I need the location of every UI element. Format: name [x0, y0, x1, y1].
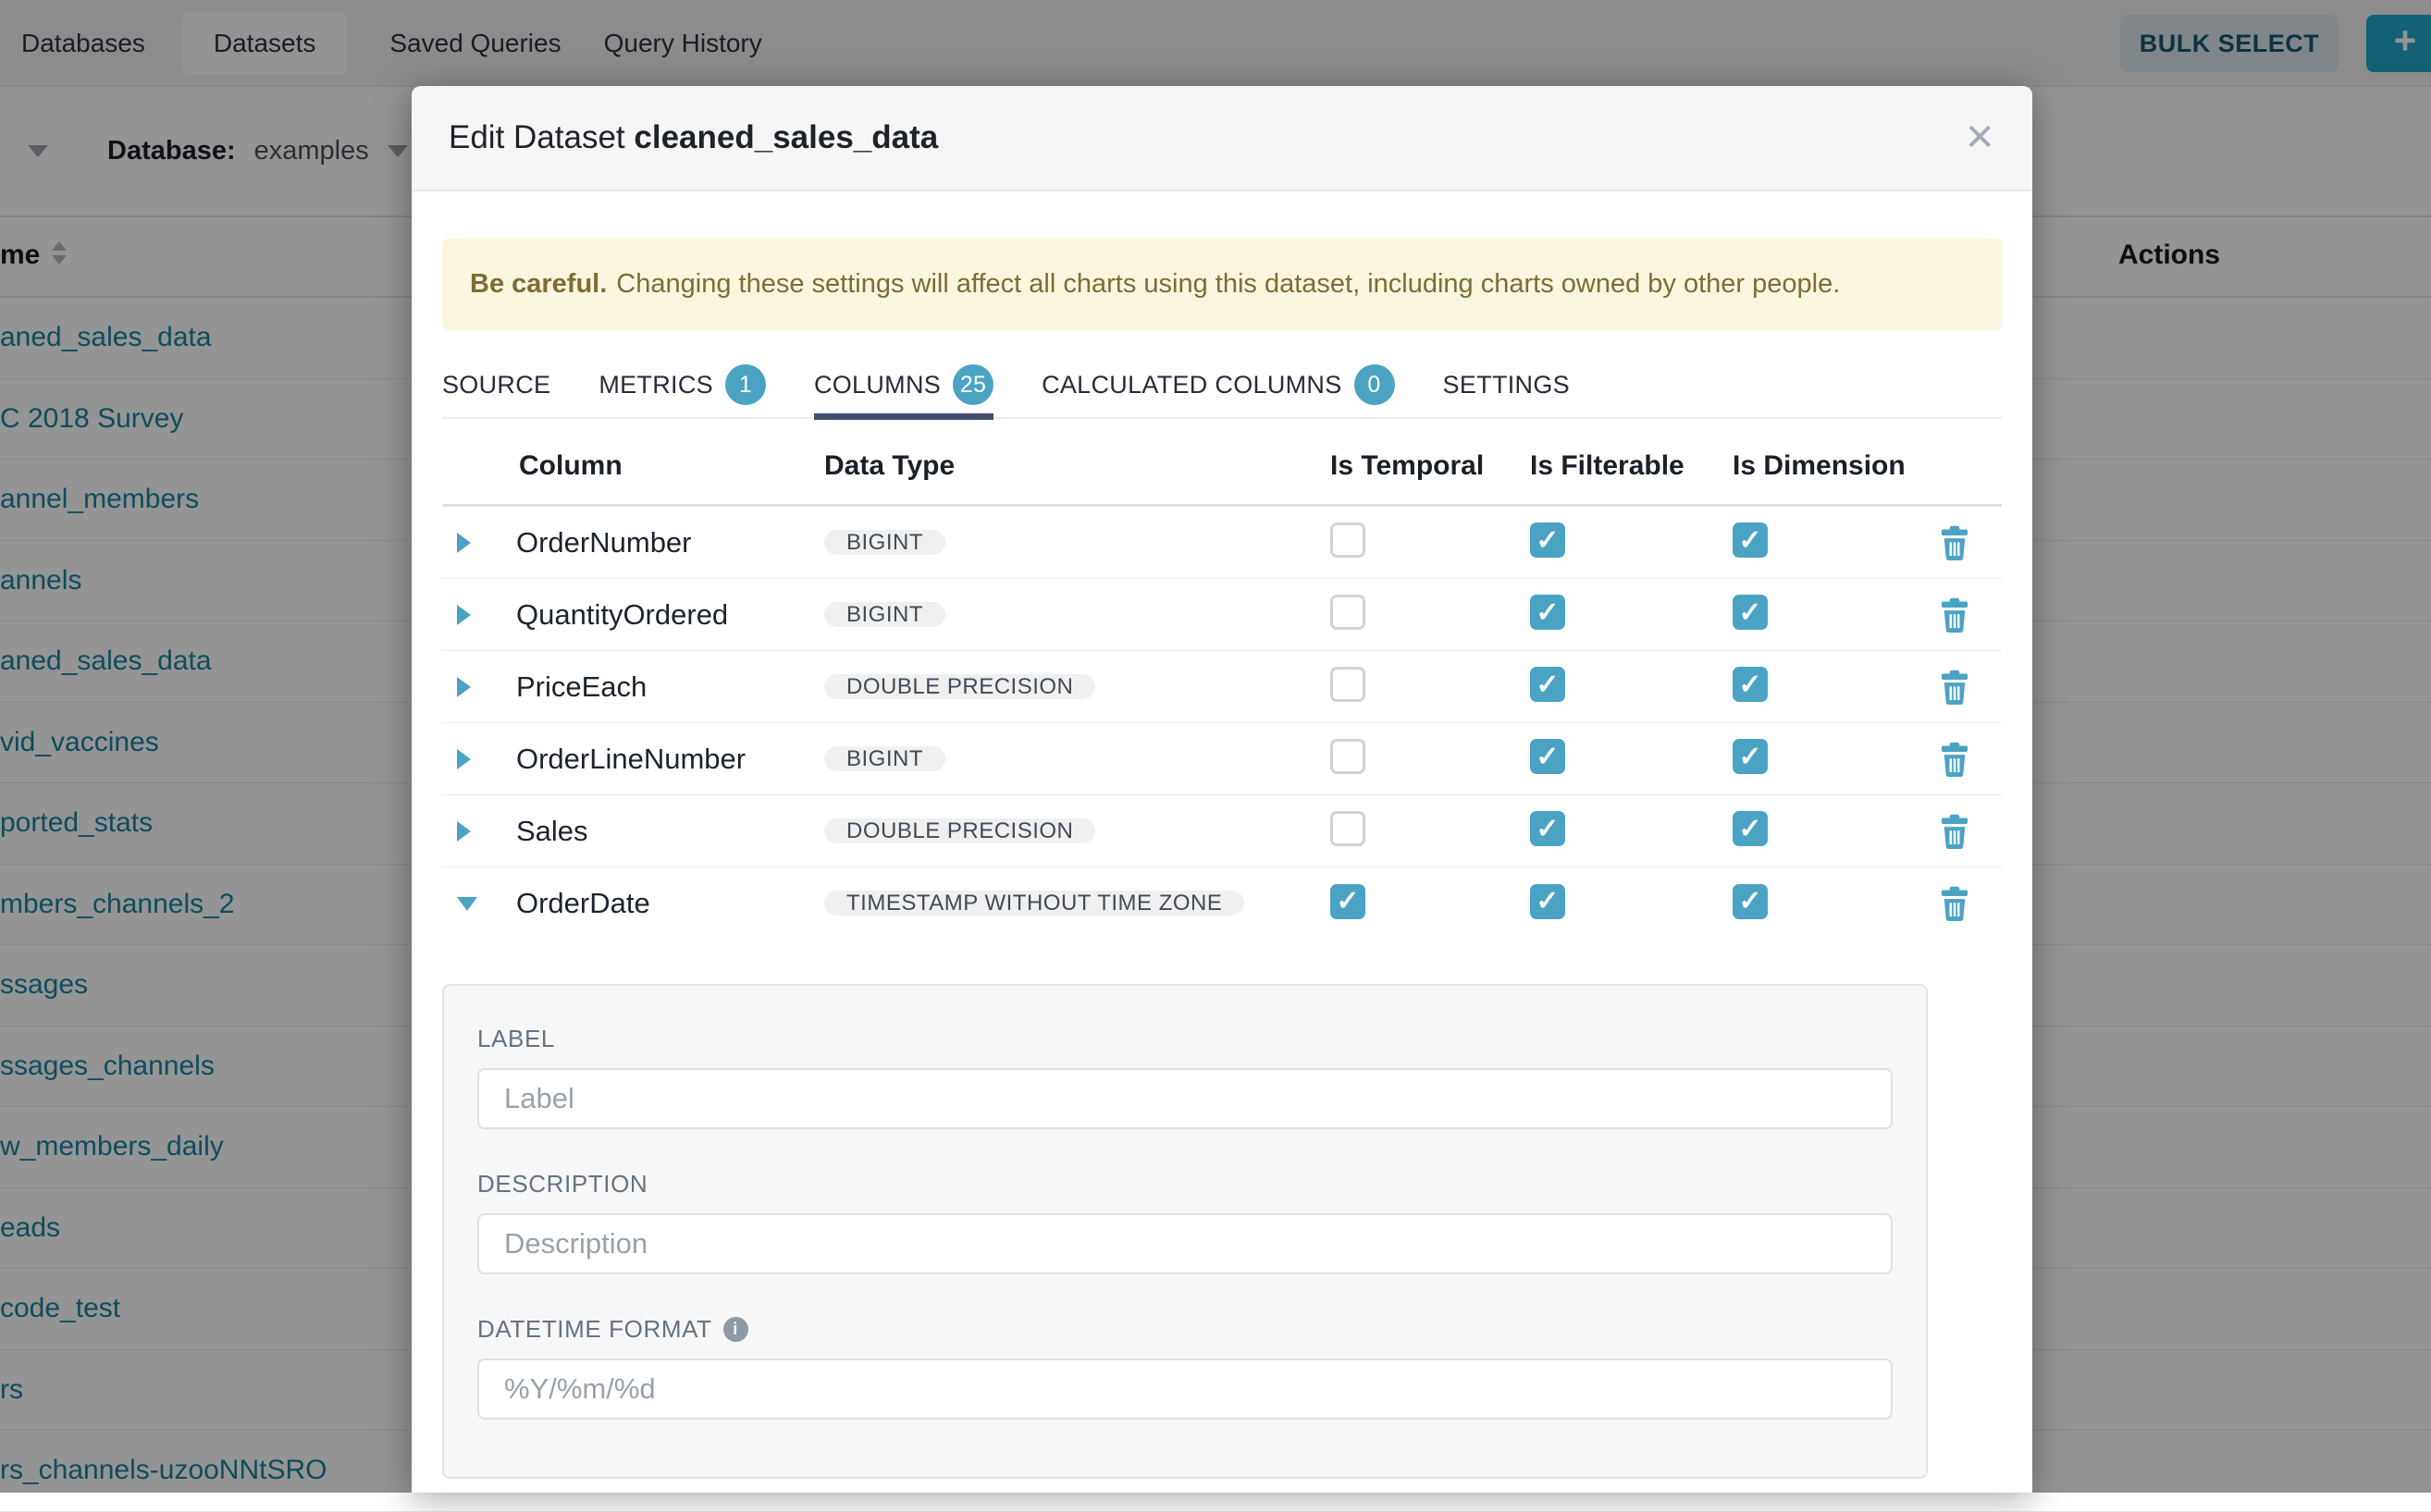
expand-caret-icon[interactable] [457, 605, 471, 625]
label-field-group: LABEL [477, 1025, 1893, 1129]
delete-column-icon[interactable] [1939, 597, 1970, 633]
description-field-group: DESCRIPTION [477, 1170, 1893, 1274]
column-name: OrderLineNumber [487, 743, 824, 776]
is-filterable-checkbox[interactable] [1530, 739, 1565, 774]
header-column: Column [487, 450, 824, 482]
delete-column-icon[interactable] [1939, 814, 1970, 849]
is-temporal-checkbox[interactable] [1330, 739, 1365, 774]
datasets-page: Databases Datasets Saved Queries Query H… [0, 0, 2431, 1493]
is-dimension-checkbox[interactable] [1733, 739, 1768, 774]
header-is-filterable: Is Filterable [1530, 450, 1733, 482]
delete-column-icon[interactable] [1939, 670, 1970, 705]
label-input[interactable] [477, 1068, 1893, 1129]
is-dimension-checkbox[interactable] [1733, 522, 1768, 558]
header-is-temporal: Is Temporal [1330, 450, 1530, 482]
is-filterable-checkbox[interactable] [1530, 595, 1565, 630]
data-type-pill: DOUBLE PRECISION [824, 674, 1095, 699]
data-type-pill: BIGINT [824, 530, 945, 555]
metrics-count-badge: 1 [725, 364, 766, 405]
column-name: Sales [487, 815, 824, 848]
modal-title: Edit Dataset cleaned_sales_data [449, 119, 938, 156]
delete-column-icon[interactable] [1939, 886, 1970, 921]
column-row: OrderDateTIMESTAMP WITHOUT TIME ZONE [442, 867, 2002, 940]
is-temporal-checkbox[interactable] [1330, 595, 1365, 630]
columns-table: Column Data Type Is Temporal Is Filterab… [442, 428, 2002, 940]
data-type-pill: DOUBLE PRECISION [824, 818, 1095, 843]
data-type-pill: TIMESTAMP WITHOUT TIME ZONE [824, 891, 1244, 916]
datetime-format-label: DATETIME FORMAT [477, 1315, 712, 1344]
column-row: QuantityOrderedBIGINT [442, 579, 2002, 651]
data-type-pill: BIGINT [824, 602, 945, 627]
columns-table-header: Column Data Type Is Temporal Is Filterab… [442, 428, 2002, 507]
modal-header: Edit Dataset cleaned_sales_data ✕ [412, 86, 2032, 191]
column-detail-panel: LABEL DESCRIPTION DATETIME FORMAT i [442, 984, 1928, 1479]
expand-caret-icon[interactable] [457, 533, 471, 553]
column-row: OrderNumberBIGINT [442, 507, 2002, 579]
column-name: OrderNumber [487, 526, 824, 559]
datetime-format-input[interactable] [477, 1358, 1893, 1420]
tab-source[interactable]: SOURCE [442, 351, 550, 418]
is-filterable-checkbox[interactable] [1530, 667, 1565, 702]
modal-tabs: SOURCE METRICS1 COLUMNS25 CALCULATED COL… [442, 352, 2002, 419]
warning-banner: Be careful. Changing these settings will … [442, 239, 2002, 330]
header-is-dimension: Is Dimension [1733, 450, 1934, 482]
expand-caret-icon[interactable] [457, 677, 471, 697]
delete-column-icon[interactable] [1939, 742, 1970, 777]
collapse-caret-icon[interactable] [457, 897, 477, 911]
is-filterable-checkbox[interactable] [1530, 884, 1565, 919]
is-dimension-checkbox[interactable] [1733, 884, 1768, 919]
column-row: PriceEachDOUBLE PRECISION [442, 651, 2002, 723]
expand-caret-icon[interactable] [457, 821, 471, 842]
expand-caret-icon[interactable] [457, 749, 471, 769]
column-row: SalesDOUBLE PRECISION [442, 795, 2002, 867]
is-dimension-checkbox[interactable] [1733, 667, 1768, 702]
label-field-label: LABEL [477, 1025, 1893, 1053]
warning-text: Changing these settings will affect all … [616, 269, 1840, 299]
modal-body: Be careful. Changing these settings will … [412, 239, 2032, 1479]
header-data-type: Data Type [824, 450, 1330, 482]
is-dimension-checkbox[interactable] [1733, 811, 1768, 846]
calculated-columns-count-badge: 0 [1354, 364, 1395, 405]
column-row: OrderLineNumberBIGINT [442, 723, 2002, 795]
edit-dataset-modal: Edit Dataset cleaned_sales_data ✕ Be car… [412, 86, 2032, 1493]
is-temporal-checkbox[interactable] [1330, 884, 1365, 919]
tab-columns[interactable]: COLUMNS25 [814, 351, 993, 418]
is-dimension-checkbox[interactable] [1733, 595, 1768, 630]
is-temporal-checkbox[interactable] [1330, 522, 1365, 558]
tab-metrics[interactable]: METRICS1 [598, 351, 766, 418]
delete-column-icon[interactable] [1939, 525, 1970, 560]
description-input[interactable] [477, 1213, 1893, 1274]
is-filterable-checkbox[interactable] [1530, 811, 1565, 846]
close-icon[interactable]: ✕ [1964, 119, 1995, 156]
info-icon[interactable]: i [723, 1317, 748, 1342]
is-filterable-checkbox[interactable] [1530, 522, 1565, 558]
tab-settings[interactable]: SETTINGS [1443, 351, 1570, 418]
columns-count-badge: 25 [953, 364, 993, 405]
modal-title-dataset: cleaned_sales_data [634, 119, 938, 155]
data-type-pill: BIGINT [824, 746, 945, 771]
tab-calculated-columns[interactable]: CALCULATED COLUMNS0 [1042, 351, 1394, 418]
is-temporal-checkbox[interactable] [1330, 811, 1365, 846]
warning-bold: Be careful. [470, 269, 607, 299]
description-field-label: DESCRIPTION [477, 1170, 1893, 1199]
datetime-format-field-group: DATETIME FORMAT i [477, 1315, 1893, 1420]
column-name: QuantityOrdered [487, 598, 824, 632]
column-name: OrderDate [487, 887, 824, 920]
columns-table-rows: OrderNumberBIGINT QuantityOrderedBIGINT … [442, 507, 2002, 940]
is-temporal-checkbox[interactable] [1330, 667, 1365, 702]
column-name: PriceEach [487, 670, 824, 704]
modal-title-prefix: Edit Dataset [449, 119, 625, 155]
